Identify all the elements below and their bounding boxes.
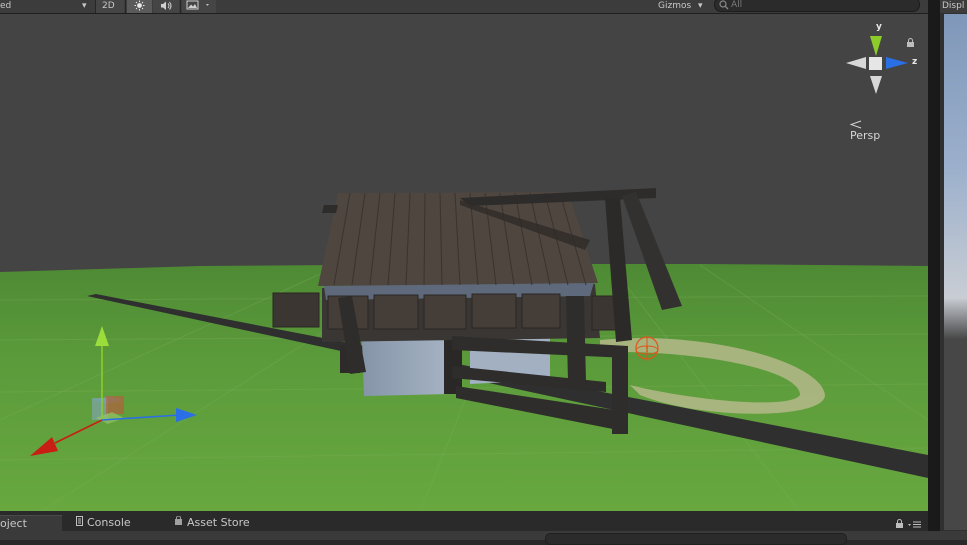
scene-search-field[interactable] <box>714 0 920 12</box>
2d-toggle-label: 2D <box>102 1 115 11</box>
tab-label: Console <box>87 516 131 529</box>
tab-asset-store[interactable]: Asset Store <box>174 515 250 531</box>
speaker-icon <box>161 1 172 10</box>
chevron-down-icon: ▾ <box>698 1 703 11</box>
search-icon <box>719 0 729 10</box>
projection-toggle[interactable]: Persp <box>850 120 880 142</box>
effects-dropdown[interactable] <box>182 0 216 13</box>
display-label: Displ <box>942 1 965 11</box>
panel-divider[interactable] <box>928 0 940 540</box>
scene-render[interactable]: ! <box>0 14 928 511</box>
lighting-toggle-button[interactable] <box>127 0 152 13</box>
toolbar-divider <box>180 0 181 13</box>
gizmo-y-label: y <box>876 22 882 32</box>
audio-toggle-button[interactable] <box>153 0 179 13</box>
game-view-panel: Displ <box>940 0 967 540</box>
lock-icon[interactable] <box>906 38 915 48</box>
gizmo-z-label: z <box>912 57 918 67</box>
tab-project[interactable]: oject <box>0 515 62 532</box>
scene-toolbar: ed ▾ 2D Gizmos ▾ All <box>0 0 928 14</box>
tab-label: Asset Store <box>187 516 250 529</box>
tab-label: oject <box>0 517 27 530</box>
svg-text:!: ! <box>645 345 649 355</box>
game-view-render[interactable] <box>944 14 967 530</box>
projection-label: Persp <box>850 129 881 142</box>
image-icon <box>186 0 209 10</box>
tab-console[interactable]: Console <box>76 515 131 531</box>
project-search-field[interactable] <box>545 533 847 545</box>
display-dropdown[interactable]: Displ <box>940 0 967 13</box>
perspective-icon <box>850 120 862 129</box>
2d-toggle-button[interactable]: 2D <box>96 0 124 13</box>
scene-view[interactable]: ! y z Persp <box>0 14 928 511</box>
search-input[interactable] <box>731 0 911 10</box>
shading-mode-dropdown[interactable]: ed <box>0 0 11 13</box>
chevron-down-icon: ▾ <box>82 1 87 11</box>
toolbar-divider <box>125 0 126 13</box>
console-icon <box>76 515 83 531</box>
gizmos-dropdown[interactable]: Gizmos <box>658 0 691 13</box>
sun-icon <box>134 0 145 11</box>
shopping-bag-icon <box>174 515 183 531</box>
